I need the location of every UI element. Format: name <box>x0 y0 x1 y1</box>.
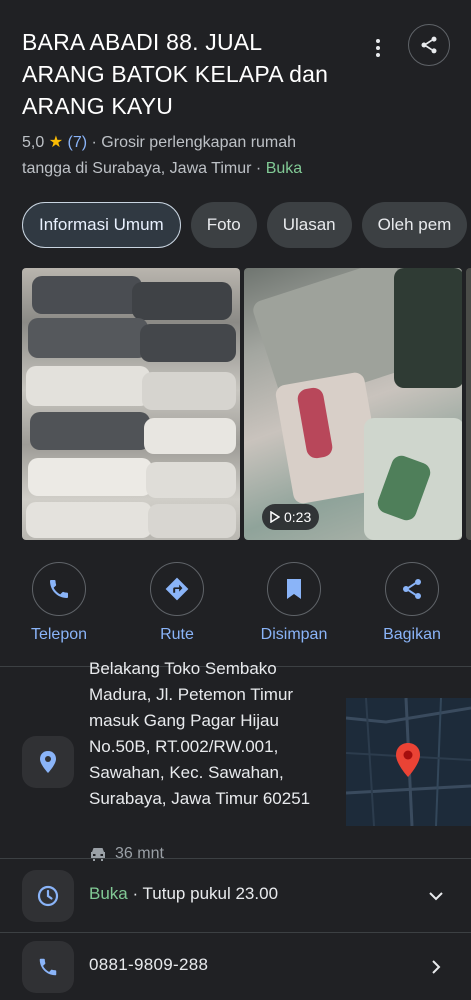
share-circle[interactable] <box>385 562 439 616</box>
directions-circle[interactable] <box>150 562 204 616</box>
phone-icon <box>39 958 57 976</box>
tab-oleh-pemilik[interactable]: Oleh pem <box>361 202 468 248</box>
directions-button[interactable]: Rute <box>122 562 232 644</box>
place-meta: 5,0 ★ (7) · Grosir perlengkapan rumah ta… <box>22 130 342 182</box>
bookmark-icon <box>287 579 301 599</box>
open-status: Buka <box>265 160 303 177</box>
expand-hours-button[interactable] <box>424 884 448 908</box>
share-label: Bagikan <box>383 626 441 643</box>
hours-text[interactable]: Buka · Tutup pukul 23.00 <box>89 884 278 904</box>
photo-detail <box>142 372 236 410</box>
photo-detail <box>394 268 462 388</box>
map-pin-icon <box>396 743 420 777</box>
more-vert-icon <box>376 39 380 57</box>
share-button[interactable] <box>408 24 450 66</box>
photo-detail <box>132 282 232 320</box>
divider <box>0 858 471 859</box>
video-duration-badge: 0:23 <box>262 504 320 530</box>
directions-icon <box>165 577 189 601</box>
call-button[interactable]: Telepon <box>4 562 114 644</box>
photo-detail <box>144 418 236 454</box>
clock-icon-box <box>22 870 74 922</box>
hours-status: Buka <box>89 884 128 903</box>
share-icon <box>403 579 421 599</box>
travel-time-value: 36 mnt <box>115 845 164 862</box>
photo-sacks[interactable] <box>22 268 240 540</box>
location-icon-box <box>22 736 74 788</box>
photo-detail <box>28 318 148 358</box>
rating-value: 5,0 <box>22 134 45 151</box>
star-icon: ★ <box>48 134 64 151</box>
call-label: Telepon <box>30 626 88 643</box>
play-icon <box>270 511 280 523</box>
phone-number[interactable]: 0881-9809-288 <box>89 955 208 975</box>
hours-detail: · Tutup pukul 23.00 <box>127 884 279 903</box>
photo-detail <box>26 366 150 406</box>
photo-detail <box>140 324 236 362</box>
video-thumbnail[interactable] <box>244 268 462 540</box>
video-duration: 0:23 <box>284 509 312 525</box>
review-count[interactable]: (7) <box>68 134 88 151</box>
photo-detail <box>146 462 236 498</box>
tab-ulasan[interactable]: Ulasan <box>266 202 352 248</box>
tab-foto[interactable]: Foto <box>190 202 257 248</box>
photo-detail <box>26 502 152 538</box>
tab-bar: Informasi Umum Foto Ulasan Oleh pem <box>22 202 468 248</box>
car-icon <box>91 848 105 861</box>
directions-label: Rute <box>160 626 194 643</box>
clock-icon <box>37 885 59 907</box>
divider <box>0 932 471 933</box>
travel-time: 36 mnt <box>89 842 164 866</box>
place-category: · Grosir perlengkapan rumah tangga di Su… <box>22 134 297 177</box>
action-bar: Telepon Rute Disimpan Bagikan <box>0 562 471 646</box>
saved-button[interactable]: Disimpan <box>239 562 349 644</box>
saved-label: Disimpan <box>260 626 328 643</box>
location-pin-icon <box>40 751 56 773</box>
photo-detail <box>148 504 236 538</box>
phone-details-button[interactable] <box>424 955 448 979</box>
share-action-button[interactable]: Bagikan <box>357 562 467 644</box>
phone-icon <box>50 580 68 598</box>
photo-carousel[interactable] <box>22 268 471 540</box>
place-header: BARA ABADI 88. JUAL ARANG BATOK KELAPA d… <box>22 26 342 182</box>
share-icon <box>421 36 437 54</box>
photo-detail <box>32 276 142 314</box>
photo-next[interactable] <box>466 268 471 540</box>
tab-informasi-umum[interactable]: Informasi Umum <box>22 202 181 248</box>
saved-circle[interactable] <box>267 562 321 616</box>
more-options-button[interactable] <box>366 36 390 60</box>
call-circle[interactable] <box>32 562 86 616</box>
place-title: BARA ABADI 88. JUAL ARANG BATOK KELAPA d… <box>22 29 329 119</box>
map-preview[interactable] <box>346 698 471 826</box>
chevron-down-icon <box>429 892 443 901</box>
chevron-right-icon <box>432 960 441 974</box>
photo-detail <box>30 412 150 450</box>
photo-detail <box>28 458 152 496</box>
address-text[interactable]: Belakang Toko Sembako Madura, Jl. Petemo… <box>89 656 329 812</box>
phone-icon-box <box>22 941 74 993</box>
